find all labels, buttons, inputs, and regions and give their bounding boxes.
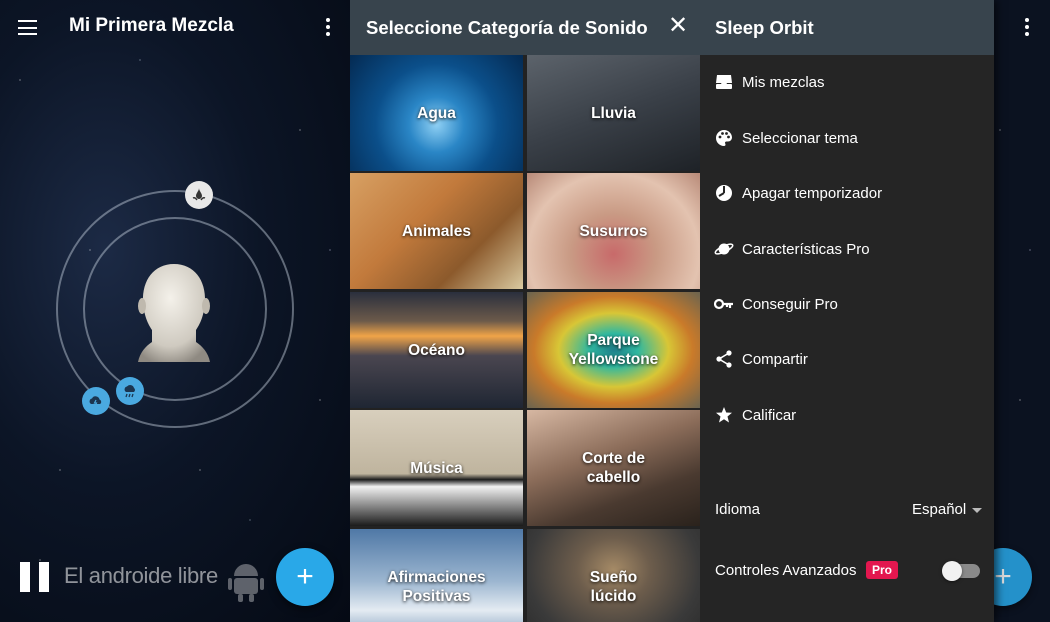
menu-item-calificar[interactable]: Calificar: [700, 395, 994, 435]
add-sound-button[interactable]: +: [276, 548, 334, 606]
category-label: Afirmaciones Positivas: [387, 569, 486, 605]
drawer-screen: + Sleep Orbit Mis mezclas Seleccionar te…: [700, 0, 1050, 622]
category-tile-afirmaciones[interactable]: Afirmaciones Positivas: [350, 529, 523, 622]
toggle-thumb: [942, 561, 962, 581]
menu-item-caracteristicas-pro[interactable]: Características Pro: [700, 229, 994, 269]
navigation-drawer: Sleep Orbit Mis mezclas Seleccionar tema…: [700, 0, 994, 622]
share-icon: [714, 349, 734, 369]
mix-title: Mi Primera Mezcla: [69, 15, 234, 36]
head-model: [138, 264, 210, 362]
sound-source-water-icon[interactable]: [185, 181, 213, 209]
category-tile-oceano[interactable]: Océano: [350, 292, 523, 408]
category-tile-sueno-lucido[interactable]: Sueño lúcido: [527, 529, 700, 622]
pro-badge: Pro: [866, 561, 899, 579]
star-icon: [714, 405, 734, 425]
menu-item-label: Características Pro: [742, 240, 870, 258]
category-title: Seleccione Categoría de Sonido: [366, 17, 648, 38]
category-tile-agua[interactable]: Agua: [350, 55, 523, 171]
category-label: Susurros: [579, 222, 648, 240]
category-label: Lluvia: [591, 104, 636, 122]
menu-item-mis-mezclas[interactable]: Mis mezclas: [700, 62, 994, 102]
category-tile-yellowstone[interactable]: Parque Yellowstone: [527, 292, 700, 408]
category-label: Animales: [402, 222, 471, 240]
advanced-controls-label: Controles Avanzados: [715, 562, 857, 579]
menu-icon[interactable]: [18, 20, 37, 35]
category-tile-animales[interactable]: Animales: [350, 173, 523, 289]
category-label: Océano: [408, 341, 465, 359]
category-label: Sueño lúcido: [589, 569, 638, 605]
category-app-bar: Seleccione Categoría de Sonido ✕: [350, 0, 700, 55]
menu-item-label: Calificar: [742, 406, 797, 424]
menu-item-label: Conseguir Pro: [742, 295, 838, 313]
menu-item-label: Seleccionar tema: [742, 129, 858, 147]
language-value: Español: [912, 501, 967, 518]
category-label: Música: [410, 459, 463, 477]
menu-item-label: Compartir: [742, 350, 808, 368]
key-icon: [714, 294, 734, 314]
menu-item-label: Mis mezclas: [742, 73, 825, 91]
pause-button[interactable]: [20, 562, 49, 592]
drawer-header: Sleep Orbit: [700, 0, 994, 55]
advanced-controls-toggle[interactable]: [942, 561, 980, 581]
category-tile-musica[interactable]: Música: [350, 410, 523, 526]
language-select[interactable]: Español: [912, 501, 983, 518]
sound-source-rain-icon[interactable]: [116, 377, 144, 405]
category-tile-susurros[interactable]: Susurros: [527, 173, 700, 289]
menu-item-compartir[interactable]: Compartir: [700, 339, 994, 379]
watermark-text: El androide libre: [64, 563, 218, 588]
category-tile-corte-cabello[interactable]: Corte de cabello: [527, 410, 700, 526]
category-screen: Seleccione Categoría de Sonido ✕ Agua Ll…: [350, 0, 700, 622]
inbox-icon: [714, 72, 734, 92]
palette-icon: [714, 128, 734, 148]
timer-icon: [714, 183, 734, 203]
planet-icon: [714, 239, 734, 259]
menu-item-apagar-temporizador[interactable]: Apagar temporizador: [700, 173, 994, 213]
drawer-title: Sleep Orbit: [715, 17, 814, 38]
more-options-icon[interactable]: [1025, 18, 1029, 36]
category-label: Parque Yellowstone: [568, 332, 659, 368]
category-label: Agua: [417, 104, 456, 122]
mix-app-bar: Mi Primera Mezcla: [0, 0, 350, 56]
menu-item-conseguir-pro[interactable]: Conseguir Pro: [700, 284, 994, 324]
mix-screen: Mi Primera Mezcla El androide libre +: [0, 0, 350, 622]
chevron-down-icon: [972, 507, 983, 513]
close-icon[interactable]: ✕: [668, 14, 688, 38]
category-label: Corte de cabello: [582, 450, 645, 486]
android-logo-icon: [228, 564, 264, 602]
menu-item-label: Apagar temporizador: [742, 184, 883, 202]
language-label: Idioma: [715, 501, 761, 518]
more-options-icon[interactable]: [326, 18, 330, 36]
category-tile-lluvia[interactable]: Lluvia: [527, 55, 700, 171]
menu-item-seleccionar-tema[interactable]: Seleccionar tema: [700, 118, 994, 158]
sound-source-thunder-icon[interactable]: [82, 387, 110, 415]
